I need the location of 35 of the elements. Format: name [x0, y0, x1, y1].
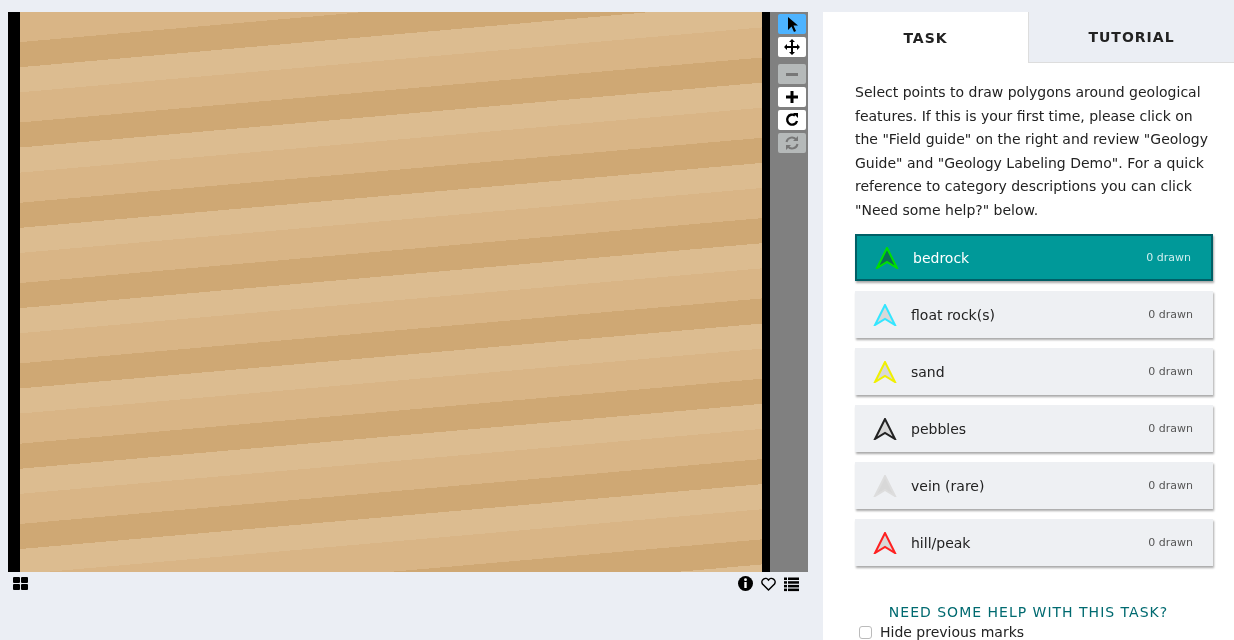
- rotate-icon: [783, 111, 801, 129]
- category-button[interactable]: hill/peak 0 drawn: [855, 519, 1213, 566]
- tab[interactable]: TUTORIAL: [1028, 12, 1234, 63]
- category-button[interactable]: pebbles 0 drawn: [855, 405, 1213, 452]
- drawn-count: 0 drawn: [1148, 308, 1193, 321]
- rotate-button[interactable]: [778, 110, 806, 130]
- move-button[interactable]: [778, 37, 806, 57]
- grid-icon[interactable]: [12, 575, 29, 592]
- category-label: hill/peak: [911, 534, 972, 551]
- drawn-count: 0 drawn: [1148, 536, 1193, 549]
- category-button[interactable]: vein (rare) 0 drawn: [855, 462, 1213, 509]
- task-instructions: Select points to draw polygons around geological features. If this is your first time, please click on the "Field guide" on the right and review "Geology Guide" and "Geology Labeling Demo". For a quick reference to category descriptions you can click "Need some help?" below.: [855, 83, 1209, 220]
- drawn-count: 0 drawn: [1148, 365, 1193, 378]
- checkbox-label: Hide previous marks: [880, 624, 1025, 640]
- category-label: float rock(s): [911, 306, 996, 323]
- pointer-button[interactable]: [778, 14, 806, 34]
- category-button[interactable]: sand 0 drawn: [855, 348, 1213, 395]
- category-button[interactable]: float rock(s) 0 drawn: [855, 291, 1213, 338]
- minus-icon: [786, 72, 798, 76]
- info-icon[interactable]: [737, 575, 754, 592]
- move-icon: [783, 38, 801, 56]
- list-icon[interactable]: [783, 575, 800, 592]
- category-label: vein (rare): [911, 477, 986, 494]
- checkbox[interactable]: [859, 625, 872, 639]
- refresh-icon: [783, 134, 801, 152]
- drawn-count: 0 drawn: [1148, 422, 1193, 435]
- plus-icon: [783, 88, 801, 106]
- category-label: sand: [911, 363, 946, 380]
- drawn-count: 0 drawn: [1146, 251, 1191, 264]
- heart-icon[interactable]: [760, 575, 777, 592]
- drawn-count: 0 drawn: [1148, 479, 1193, 492]
- plus-button[interactable]: [778, 87, 806, 107]
- category-label: pebbles: [911, 420, 968, 437]
- help-link[interactable]: NEED SOME HELP WITH THIS TASK?: [823, 604, 1234, 620]
- category-label: bedrock: [913, 249, 971, 266]
